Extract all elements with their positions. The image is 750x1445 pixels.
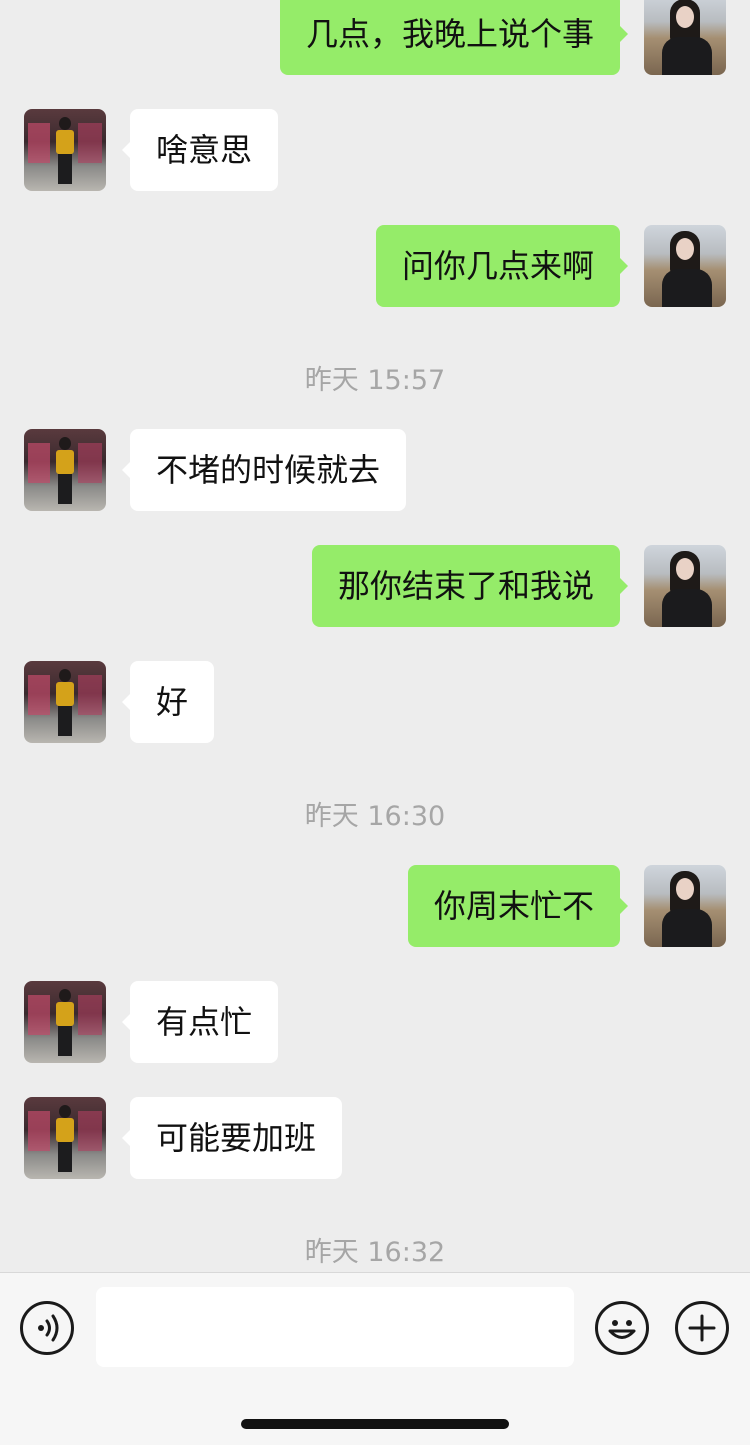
more-button[interactable] <box>675 1301 729 1355</box>
chat-message-list[interactable]: 几点，我晚上说个事 啥意思 问你几点来啊 昨天 15:57 不堵的时候就去 那你… <box>0 0 750 1272</box>
own-avatar[interactable] <box>644 0 726 75</box>
own-avatar[interactable] <box>644 545 726 627</box>
contact-avatar[interactable] <box>24 109 106 191</box>
message-row-sent: 那你结束了和我说 <box>0 545 750 627</box>
message-bubble-sent[interactable]: 几点，我晚上说个事 <box>279 0 629 75</box>
message-input[interactable] <box>96 1287 574 1367</box>
message-bubble-received[interactable]: 有点忙 <box>121 981 279 1063</box>
emoji-button[interactable] <box>595 1301 649 1355</box>
message-bubble-received[interactable]: 不堵的时候就去 <box>121 429 407 511</box>
emoji-icon <box>608 1320 636 1339</box>
contact-avatar[interactable] <box>24 661 106 743</box>
message-bubble-sent[interactable]: 那你结束了和我说 <box>311 545 629 627</box>
timestamp: 昨天 15:57 <box>304 365 446 396</box>
message-bubble-received[interactable]: 好 <box>121 661 215 743</box>
message-row-received: 啥意思 <box>0 109 750 191</box>
voice-button[interactable] <box>20 1301 74 1355</box>
message-bubble-received[interactable]: 啥意思 <box>121 109 279 191</box>
message-bubble-sent[interactable]: 你周末忙不 <box>407 865 629 947</box>
contact-avatar[interactable] <box>24 981 106 1063</box>
timestamp: 昨天 16:30 <box>304 801 446 832</box>
timestamp: 昨天 16:32 <box>304 1237 446 1268</box>
contact-avatar[interactable] <box>24 429 106 511</box>
message-bubble-sent[interactable]: 问你几点来啊 <box>375 225 629 307</box>
message-row-received: 好 <box>0 661 750 743</box>
voice-icon <box>38 1314 59 1342</box>
message-row-sent: 你周末忙不 <box>0 865 750 947</box>
home-indicator[interactable] <box>241 1419 509 1429</box>
message-row-sent: 问你几点来啊 <box>0 225 750 307</box>
message-row-sent: 几点，我晚上说个事 <box>0 0 750 75</box>
plus-icon <box>688 1314 716 1342</box>
contact-avatar[interactable] <box>24 1097 106 1179</box>
own-avatar[interactable] <box>644 225 726 307</box>
own-avatar[interactable] <box>644 865 726 947</box>
message-row-received: 有点忙 <box>0 981 750 1063</box>
message-bubble-received[interactable]: 可能要加班 <box>121 1097 343 1179</box>
message-row-received: 不堵的时候就去 <box>0 429 750 511</box>
input-toolbar <box>0 1272 750 1445</box>
message-row-received: 可能要加班 <box>0 1097 750 1179</box>
